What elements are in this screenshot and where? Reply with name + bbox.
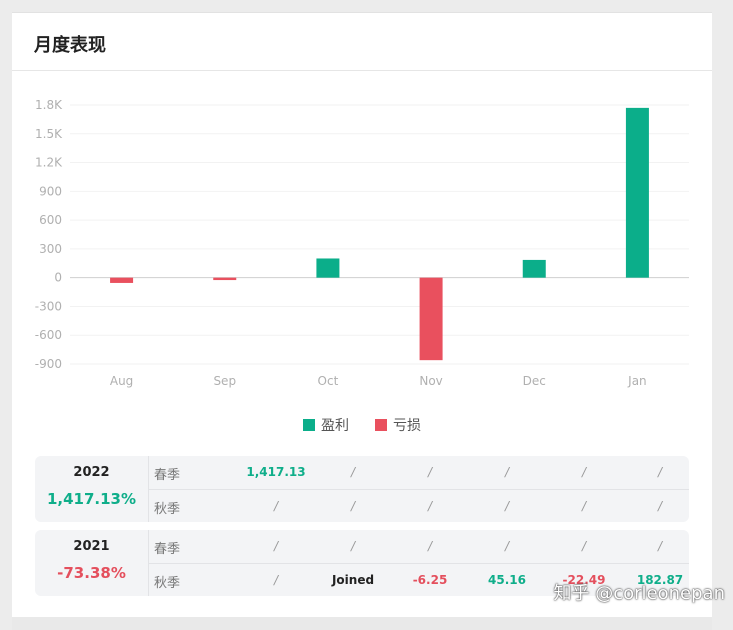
legend-item-loss[interactable]: 亏损 <box>375 415 421 435</box>
monthly-bar-chart: 1.8K 1.5K 1.2K 900 600 300 0 -300 -600 -900 Aug Sep… <box>35 98 689 388</box>
season-label: 春季 <box>154 468 181 483</box>
year-total-percent: 1,417.13% <box>46 490 137 508</box>
season-row: 春季 / / / / / / <box>149 530 689 564</box>
y-tick-label: 0 <box>54 271 62 285</box>
year-label: 2021 <box>73 539 110 554</box>
season-label: 秋季 <box>154 576 181 591</box>
month-cell: / <box>581 499 587 513</box>
year-label: 2022 <box>73 465 110 480</box>
month-cell: / <box>350 499 356 513</box>
month-cell: / <box>273 499 279 513</box>
month-cell: 45.16 <box>488 573 526 587</box>
bar-dec <box>522 259 546 278</box>
month-cell: / <box>427 539 433 553</box>
month-cell: / <box>581 539 587 553</box>
month-cell: / <box>350 465 356 479</box>
monthly-performance-card: 月度表现 1.8K 1.5K 1.2K 900 600 300 0 -300 -600 -900 A… <box>12 12 712 618</box>
page-bottom-strip <box>12 617 712 630</box>
month-cell: / <box>657 465 663 479</box>
month-cell: / <box>504 499 510 513</box>
month-cell: / <box>273 539 279 553</box>
month-cell: / <box>581 465 587 479</box>
y-tick-label: -300 <box>35 299 62 313</box>
y-tick-label: 900 <box>39 184 62 198</box>
month-cell: / <box>504 539 510 553</box>
y-tick-label: 600 <box>39 213 62 227</box>
month-cell: / <box>657 499 663 513</box>
bar-nov <box>419 277 443 361</box>
bar-aug <box>110 277 134 283</box>
season-label: 秋季 <box>154 502 181 517</box>
x-tick-label: Dec <box>523 374 546 388</box>
month-cell: / <box>350 539 356 553</box>
year-block-2022: 2022 1,417.13% 春季 1,417.13 / / / / / 秋季 … <box>35 456 689 522</box>
season-label: 春季 <box>154 542 181 557</box>
legend-loss-label: 亏损 <box>393 418 421 434</box>
watermark: 知乎 @corleonepan <box>553 583 725 604</box>
bar-sep <box>213 277 237 281</box>
month-cell: -6.25 <box>412 573 448 587</box>
y-tick-label: -900 <box>35 357 62 371</box>
legend-profit-label: 盈利 <box>321 418 349 434</box>
chart-legend: 盈利 亏损 <box>12 415 712 435</box>
y-tick-label: 300 <box>39 242 62 256</box>
season-row: 春季 1,417.13 / / / / / <box>149 456 689 490</box>
x-tick-label: Sep <box>213 374 236 388</box>
month-cell: / <box>657 539 663 553</box>
month-cell: Joined <box>331 573 375 587</box>
x-tick-label: Nov <box>419 374 442 388</box>
month-cell: / <box>427 465 433 479</box>
x-tick-label: Aug <box>110 374 133 388</box>
loss-swatch <box>375 419 387 431</box>
month-cell: / <box>504 465 510 479</box>
season-row: 秋季 / / / / / / <box>149 490 689 523</box>
bar-oct <box>316 258 340 278</box>
month-cell: 1,417.13 <box>246 465 306 479</box>
month-cell: / <box>273 573 279 587</box>
year-summary: 2021 -73.38% <box>35 530 149 596</box>
y-tick-label: -600 <box>35 328 62 342</box>
bar-jan <box>625 107 649 278</box>
month-cell: / <box>427 499 433 513</box>
y-tick-label: 1.5K <box>35 127 63 141</box>
y-tick-label: 1.2K <box>35 156 63 170</box>
x-tick-label: Oct <box>318 374 339 388</box>
profit-swatch <box>303 419 315 431</box>
year-total-percent: -73.38% <box>57 564 126 582</box>
x-tick-label: Jan <box>627 374 647 388</box>
year-summary: 2022 1,417.13% <box>35 456 149 522</box>
legend-item-profit[interactable]: 盈利 <box>303 415 349 435</box>
y-tick-label: 1.8K <box>35 98 63 112</box>
